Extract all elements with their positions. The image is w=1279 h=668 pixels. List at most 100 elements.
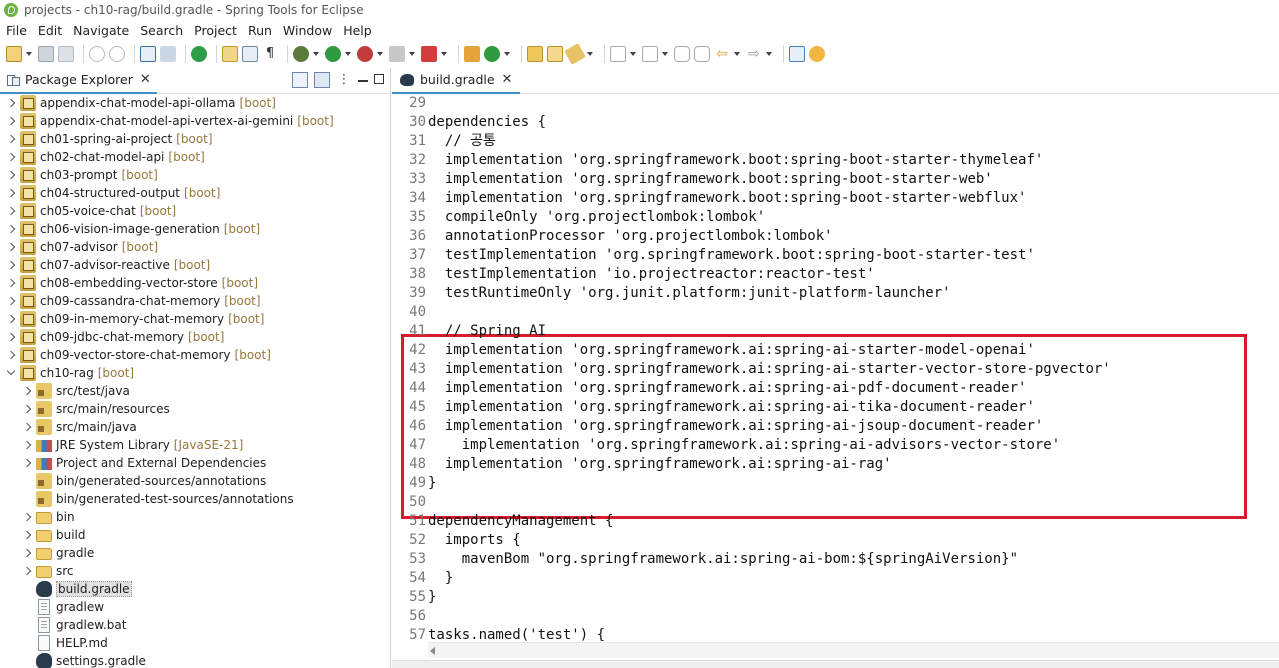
pin-dropdown-arrow-icon[interactable] <box>587 46 593 62</box>
next-annotation-icon[interactable] <box>610 46 626 62</box>
new-java-project-icon[interactable] <box>464 46 480 62</box>
pin-editor-icon[interactable] <box>564 43 586 65</box>
tree-item[interactable]: ch09-vector-store-chat-memory [boot] <box>0 346 271 364</box>
menu-search[interactable]: Search <box>140 23 189 38</box>
menu-help[interactable]: Help <box>343 23 378 38</box>
tree-item[interactable]: gradlew.bat <box>0 616 126 634</box>
debug-dropdown-arrow-icon[interactable] <box>313 46 319 62</box>
chevron-right-icon[interactable] <box>22 454 32 472</box>
link-with-editor-icon[interactable] <box>314 72 330 88</box>
collapse-all-icon[interactable] <box>292 72 308 88</box>
tree-item[interactable]: ch02-chat-model-api [boot] <box>0 148 205 166</box>
tree-item[interactable]: src/main/resources <box>0 400 170 418</box>
chevron-right-icon[interactable] <box>6 328 16 346</box>
coverage-dropdown-arrow-icon[interactable] <box>377 46 383 62</box>
chevron-right-icon[interactable] <box>22 562 32 580</box>
chevron-right-icon[interactable] <box>6 148 16 166</box>
tree-item[interactable]: bin/generated-sources/annotations <box>0 472 266 490</box>
open-project-icon[interactable] <box>547 46 563 62</box>
tree-item[interactable]: settings.gradle <box>0 652 146 668</box>
tree-item[interactable]: build <box>0 526 86 544</box>
open-task-icon[interactable] <box>242 46 258 62</box>
code-editor[interactable]: 29 30 dependencies {31 // 공통 32 implementat… <box>392 94 1279 642</box>
last-edit-location-icon[interactable] <box>674 46 690 62</box>
chevron-right-icon[interactable] <box>22 526 32 544</box>
tree-item[interactable]: Project and External Dependencies <box>0 454 266 472</box>
chevron-right-icon[interactable] <box>6 130 16 148</box>
chevron-right-icon[interactable] <box>6 112 16 130</box>
menu-file[interactable]: File <box>6 23 33 38</box>
tree-item[interactable]: ch06-vision-image-generation [boot] <box>0 220 260 238</box>
chevron-right-icon[interactable] <box>22 436 32 454</box>
new-class-icon[interactable] <box>484 46 500 62</box>
menu-edit[interactable]: Edit <box>38 23 68 38</box>
tree-item[interactable]: src/main/java <box>0 418 137 436</box>
maximize-icon[interactable] <box>374 74 384 84</box>
coverage-icon[interactable] <box>357 46 373 62</box>
tree-item[interactable]: ch01-spring-ai-project [boot] <box>0 130 213 148</box>
search-tool-icon[interactable] <box>160 46 176 62</box>
chevron-right-icon[interactable] <box>22 400 32 418</box>
previous-annotation-icon[interactable] <box>642 46 658 62</box>
run-icon[interactable] <box>325 46 341 62</box>
java-perspective-icon[interactable] <box>809 46 825 62</box>
horizontal-scrollbar[interactable] <box>428 642 1279 658</box>
tree-item[interactable]: ch08-embedding-vector-store [boot] <box>0 274 258 292</box>
open-folder-icon[interactable] <box>527 46 543 62</box>
chevron-right-icon[interactable] <box>6 346 16 364</box>
tree-item[interactable]: src <box>0 562 74 580</box>
new-dropdown-arrow-icon[interactable] <box>26 46 32 62</box>
tab-build-gradle[interactable]: build.gradle ✕ <box>392 68 521 94</box>
tree-item[interactable]: ch04-structured-output [boot] <box>0 184 220 202</box>
tree-item[interactable]: gradle <box>0 544 94 562</box>
open-perspective-icon[interactable] <box>789 46 805 62</box>
minimize-icon[interactable] <box>358 74 368 82</box>
scroll-left-icon[interactable] <box>430 647 435 655</box>
chevron-right-icon[interactable] <box>6 202 16 220</box>
stop-icon[interactable] <box>389 46 405 62</box>
undo-icon[interactable] <box>89 46 105 62</box>
tab-package-explorer[interactable]: Package Explorer ✕ <box>0 68 157 94</box>
tree-item[interactable]: ch03-prompt [boot] <box>0 166 158 184</box>
chevron-right-icon[interactable] <box>6 310 16 328</box>
tree-item[interactable]: ch09-jdbc-chat-memory [boot] <box>0 328 224 346</box>
debug-icon[interactable] <box>293 46 309 62</box>
forward-icon[interactable]: ⇨ <box>746 46 762 62</box>
tree-item[interactable]: ch09-cassandra-chat-memory [boot] <box>0 292 261 310</box>
external-tools-icon[interactable] <box>421 46 437 62</box>
tree-item[interactable]: appendix-chat-model-api-vertex-ai-gemini… <box>0 112 334 130</box>
open-type-icon[interactable] <box>222 46 238 62</box>
chevron-right-icon[interactable] <box>6 94 16 112</box>
tree-item[interactable]: ch05-voice-chat [boot] <box>0 202 176 220</box>
chevron-right-icon[interactable] <box>6 292 16 310</box>
menu-project[interactable]: Project <box>194 23 243 38</box>
tree-item[interactable]: ch07-advisor [boot] <box>0 238 158 256</box>
tree-item[interactable]: appendix-chat-model-api-ollama [boot] <box>0 94 276 112</box>
menu-run[interactable]: Run <box>248 23 278 38</box>
tree-item[interactable]: bin/generated-test-sources/annotations <box>0 490 294 508</box>
tree-item[interactable]: build.gradle <box>0 580 132 598</box>
new-icon[interactable] <box>6 46 22 62</box>
new-class-dropdown-arrow-icon[interactable] <box>504 46 510 62</box>
chevron-right-icon[interactable] <box>22 508 32 526</box>
save-all-icon[interactable] <box>58 46 74 62</box>
chevron-right-icon[interactable] <box>22 382 32 400</box>
external-tools-dropdown-arrow-icon[interactable] <box>441 46 447 62</box>
chevron-right-icon[interactable] <box>22 418 32 436</box>
close-icon[interactable]: ✕ <box>140 72 151 87</box>
open-console-icon[interactable] <box>140 46 156 62</box>
tree-item[interactable]: ch10-rag [boot] <box>0 364 134 382</box>
stop-dropdown-arrow-icon[interactable] <box>409 46 415 62</box>
tree-item[interactable]: src/test/java <box>0 382 130 400</box>
tree-item[interactable]: bin <box>0 508 75 526</box>
next-edit-location-icon[interactable] <box>694 46 710 62</box>
show-whitespace-icon[interactable]: ¶ <box>262 46 278 62</box>
forward-dropdown-arrow-icon[interactable] <box>766 46 772 62</box>
run-dropdown-arrow-icon[interactable] <box>345 46 351 62</box>
tree-item[interactable]: JRE System Library [JavaSE-21] <box>0 436 243 454</box>
chevron-right-icon[interactable] <box>6 220 16 238</box>
redo-icon[interactable] <box>109 46 125 62</box>
back-dropdown-arrow-icon[interactable] <box>734 46 740 62</box>
tree-item[interactable]: ch07-advisor-reactive [boot] <box>0 256 210 274</box>
close-icon[interactable]: ✕ <box>502 72 513 87</box>
